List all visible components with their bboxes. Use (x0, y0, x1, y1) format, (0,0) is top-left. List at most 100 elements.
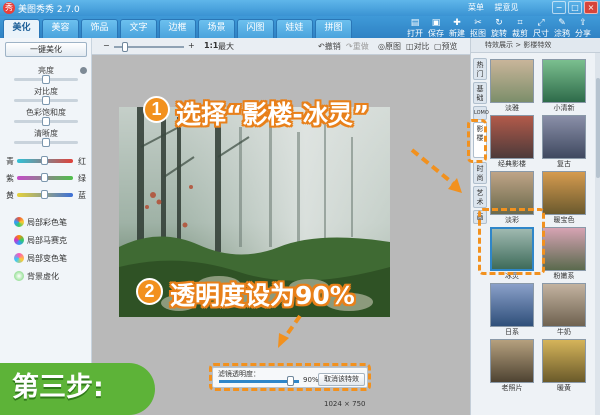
effect-thumb[interactable]: 暖宝色 (542, 171, 586, 225)
vtab-lomo[interactable]: LOMO (473, 106, 489, 120)
effect-thumb[interactable]: 淡雅 (490, 59, 534, 113)
tab-beauty[interactable]: 美容 (42, 19, 79, 38)
sharpness-slider[interactable] (14, 138, 78, 147)
vtab-hot[interactable]: 热门 (473, 58, 487, 80)
slider-knob[interactable] (42, 138, 50, 147)
rotate-button[interactable]: ↻ 旋转 (489, 18, 509, 38)
zoom-in-button[interactable]: + (188, 41, 195, 50)
fit-max-button[interactable]: 最大 (218, 41, 234, 52)
new-button[interactable]: ✚ 新建 (447, 18, 467, 38)
ice-effect-highlight (478, 208, 545, 275)
effect-thumb[interactable]: 日系 (490, 283, 534, 337)
effect-label: 老照片 (501, 384, 523, 392)
doodle-icon: ✎ (558, 18, 566, 28)
open-button[interactable]: ▤ 打开 (405, 18, 425, 38)
effect-thumb[interactable]: 牛奶 (542, 283, 586, 337)
zoom-knob[interactable] (122, 42, 128, 52)
effects-breadcrumb: 特效展示 > 影楼特效 (471, 38, 600, 53)
local-recolor-brush[interactable]: 局部变色笔 (14, 253, 67, 264)
step-2-instruction: 透明度设为90% (170, 281, 355, 310)
studio-tab-highlight (467, 119, 487, 163)
saturation-slider[interactable] (14, 117, 78, 126)
tab-frames[interactable]: 边框 (159, 19, 196, 38)
effect-thumb[interactable]: 粉嫩系 (542, 227, 586, 281)
window-title: 美图秀秀 2.7.0 (18, 5, 80, 15)
slider-knob[interactable] (42, 117, 50, 126)
gear-icon[interactable] (80, 67, 87, 74)
minimize-button[interactable]: − (552, 1, 566, 14)
vtab-art[interactable]: 艺术 (473, 186, 487, 208)
folder-icon: ▤ (410, 18, 420, 28)
effect-label: 暖宝色 (553, 216, 575, 224)
rotate-icon: ↻ (495, 18, 503, 28)
adjust-panel: 一键美化 亮度 对比度 色彩饱和度 清晰度 青 红 紫 绿 黄 蓝 局部彩色笔 … (0, 38, 92, 415)
effect-thumb[interactable]: 复古 (542, 115, 586, 169)
crop-button[interactable]: ⌗ 裁剪 (510, 18, 530, 38)
cyan-red-slider[interactable]: 青 红 (0, 156, 92, 166)
effect-preview-image (542, 115, 586, 159)
effect-label: 小清新 (553, 104, 575, 112)
undo-icon: ↶ (318, 42, 325, 51)
close-button[interactable]: × (584, 1, 598, 14)
local-color-brush[interactable]: 局部彩色笔 (14, 217, 67, 228)
one-key-beautify-button[interactable]: 一键美化 (5, 42, 87, 57)
tab-text[interactable]: 文字 (120, 19, 157, 38)
brightness-slider[interactable] (14, 75, 78, 84)
vtab-fashion[interactable]: 时尚 (473, 162, 487, 184)
slider-knob[interactable] (41, 173, 48, 182)
compare-button[interactable]: ◫对比 (406, 41, 430, 52)
original-button[interactable]: ◎原图 (378, 41, 401, 52)
tab-dolls[interactable]: 娃娃 (276, 19, 313, 38)
magenta-green-slider[interactable]: 紫 绿 (0, 173, 92, 183)
original-icon: ◎ (378, 42, 385, 51)
maximize-button[interactable]: □ (568, 1, 582, 14)
effect-preview-image (490, 115, 534, 159)
redo-button[interactable]: ↷重做 (346, 41, 369, 52)
preview-button[interactable]: ▢预览 (434, 41, 458, 52)
contrast-slider[interactable] (14, 96, 78, 105)
background-blur-brush[interactable]: 背景虚化 (14, 271, 59, 282)
tab-collage[interactable]: 拼图 (315, 19, 352, 38)
share-icon: ⇪ (579, 18, 587, 28)
effect-preview-image (542, 227, 586, 271)
effects-scroll-thumb[interactable] (596, 78, 600, 178)
effect-thumb[interactable]: 暖黄 (542, 339, 586, 393)
effect-preview-image (542, 339, 586, 383)
slider-knob[interactable] (41, 190, 48, 199)
tab-ornaments[interactable]: 饰品 (81, 19, 118, 38)
vtab-basic[interactable]: 基础 (473, 82, 487, 104)
tab-beautify[interactable]: 美化 (3, 19, 40, 38)
zoom-out-button[interactable]: − (103, 41, 110, 50)
tab-flash[interactable]: 闪图 (237, 19, 274, 38)
recolor-icon (14, 253, 24, 263)
feedback-link[interactable]: 提意见 (495, 3, 519, 12)
resize-button[interactable]: ⤢ 尺寸 (531, 18, 551, 38)
effect-thumb[interactable]: 小清新 (542, 59, 586, 113)
undo-button[interactable]: ↶撤销 (318, 41, 341, 52)
effect-label: 淡雅 (505, 104, 519, 112)
new-icon: ✚ (453, 18, 461, 28)
tab-scenes[interactable]: 场景 (198, 19, 235, 38)
actual-size-button[interactable]: 1:1 (204, 41, 218, 50)
slider-knob[interactable] (42, 96, 50, 105)
slider-knob[interactable] (42, 75, 50, 84)
title-links: 菜单 提意见 (468, 2, 527, 13)
mosaic-icon (14, 235, 24, 245)
share-button[interactable]: ⇪ 分享 (573, 18, 593, 38)
yellow-blue-slider[interactable]: 黄 蓝 (0, 190, 92, 200)
local-mosaic-brush[interactable]: 局部马赛克 (14, 235, 67, 246)
compare-icon: ◫ (406, 42, 414, 51)
menu-link[interactable]: 菜单 (468, 3, 484, 12)
effect-thumb[interactable]: 经典影楼 (490, 115, 534, 169)
effect-label: 复古 (557, 160, 571, 168)
effect-thumb[interactable]: 老照片 (490, 339, 534, 393)
effect-label: 粉嫩系 (553, 272, 575, 280)
save-button[interactable]: ▣ 保存 (426, 18, 446, 38)
cutout-icon: ✂ (474, 18, 482, 28)
doodle-button[interactable]: ✎ 涂鸦 (552, 18, 572, 38)
preview-icon: ▢ (434, 42, 442, 51)
slider-knob[interactable] (41, 156, 48, 165)
canvas-toolbar: − + 1:1 最大 ↶撤销 ↷重做 ◎原图 ◫对比 ▢预览 (92, 38, 470, 55)
cutout-button[interactable]: ✂ 抠图 (468, 18, 488, 38)
step-three-banner: 第三步: (0, 363, 155, 415)
